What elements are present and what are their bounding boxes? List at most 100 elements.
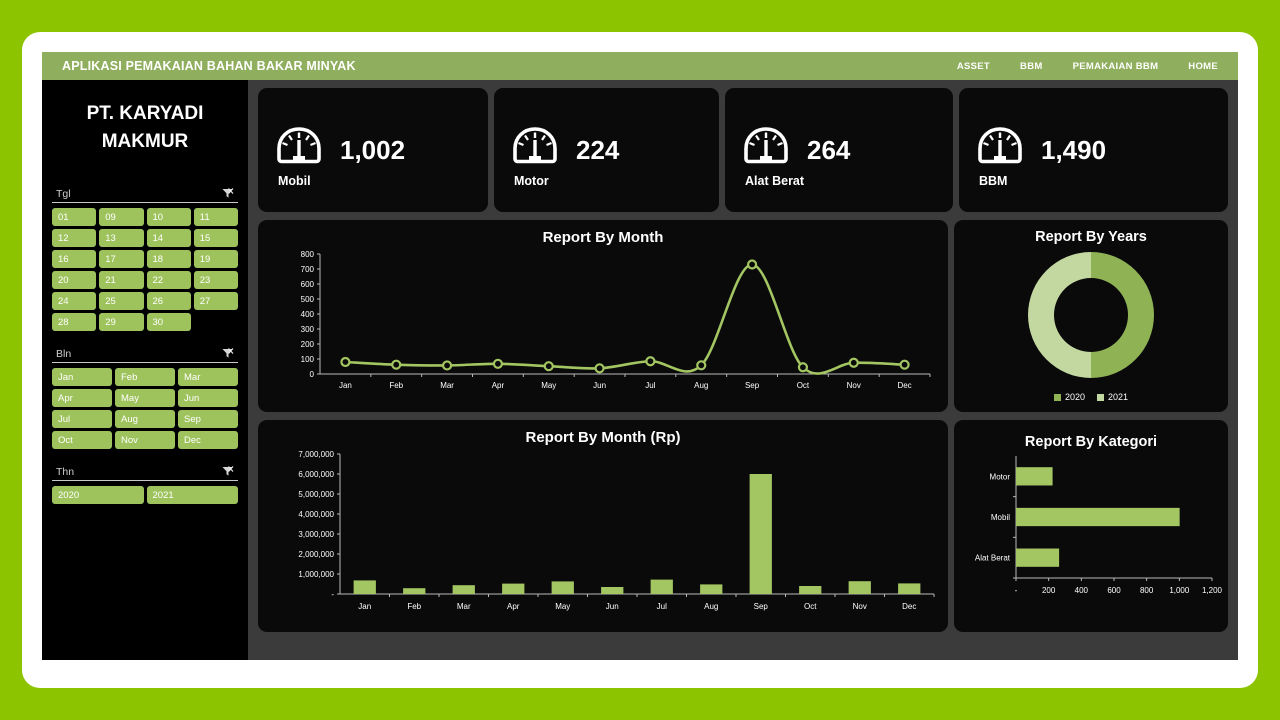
svg-text:Jul: Jul — [645, 381, 655, 390]
nav-item-pemakaian-bbm[interactable]: PEMAKAIAN BBM — [1073, 61, 1159, 72]
kpi-alat-berat-value: 264 — [807, 134, 851, 165]
svg-text:Dec: Dec — [897, 381, 911, 390]
nav-item-bbm[interactable]: BBM — [1020, 61, 1043, 72]
slicer-tile-bln-jun[interactable]: Jun — [178, 389, 238, 408]
fuel-gauge-icon — [743, 126, 789, 175]
slicer-tile-tgl-15[interactable]: 15 — [193, 229, 238, 248]
svg-text:1,000,000: 1,000,000 — [298, 570, 334, 579]
nav-item-home[interactable]: HOME — [1188, 61, 1218, 72]
svg-text:Mar: Mar — [440, 381, 454, 390]
slicer-tile-tgl-23[interactable]: 23 — [193, 271, 238, 290]
legend-entry-2020[interactable]: 2020 — [1053, 392, 1085, 402]
slicer-tile-tgl-22[interactable]: 22 — [146, 271, 191, 290]
svg-text:-: - — [1015, 586, 1018, 595]
chart-report-by-month-rp[interactable]: Report By Month (Rp) - 1,000,000 2,000,000… — [258, 420, 948, 632]
legend-swatch-2021 — [1097, 393, 1104, 401]
slicer-thn-title: Thn — [56, 466, 75, 479]
kpi-card-alat-berat[interactable]: 264 Alat Berat — [725, 88, 953, 212]
svg-text:Alat Berat: Alat Berat — [975, 554, 1011, 563]
kpi-card-bbm[interactable]: 1,490 BBM — [959, 88, 1228, 212]
slicer-tile-bln-apr[interactable]: Apr — [52, 389, 112, 408]
company-name: PT. KARYADI MAKMUR — [52, 100, 238, 155]
svg-text:200: 200 — [301, 340, 315, 349]
slicer-tile-tgl-16[interactable]: 16 — [52, 250, 97, 269]
hbar-chart-canvas: - 200 400 600 800 1,000 1,200 Motor Mobil Alat Be… — [975, 456, 1223, 595]
app-header: APLIKASI PEMAKAIAN BAHAN BAKAR MINYAK AS… — [42, 52, 1238, 80]
slicer-tile-tgl-20[interactable]: 20 — [52, 271, 97, 290]
kpi-motor-texts: 224 — [576, 135, 619, 166]
svg-text:Mobil: Mobil — [991, 513, 1010, 522]
dashboard-content: 1,002 Mobil 224 Motor 264 Alat Berat 1,4… — [248, 80, 1238, 660]
clear-filter-icon[interactable] — [221, 465, 234, 478]
slicer-tile-tgl-28[interactable]: 28 — [52, 313, 97, 332]
svg-text:1,000: 1,000 — [1169, 586, 1190, 595]
slicer-tile-bln-jan[interactable]: Jan — [52, 368, 112, 387]
slicer-tile-thn-2020[interactable]: 2020 — [52, 486, 144, 505]
slicer-tile-bln-nov[interactable]: Nov — [115, 431, 175, 450]
company-name-line2: MAKMUR — [101, 130, 189, 152]
svg-text:3,000,000: 3,000,000 — [298, 530, 334, 539]
slicer-tile-tgl-13[interactable]: 13 — [99, 229, 144, 248]
slicer-tile-tgl-24[interactable]: 24 — [52, 292, 97, 311]
slicer-tile-bln-feb[interactable]: Feb — [115, 368, 175, 387]
slicer-tile-tgl-18[interactable]: 18 — [146, 250, 191, 269]
svg-text:1,200: 1,200 — [1202, 586, 1223, 595]
donut-legend: 2020 2021 — [954, 392, 1228, 402]
clear-filter-icon[interactable] — [221, 347, 234, 360]
svg-text:May: May — [555, 602, 570, 611]
slicer-tile-bln-jul[interactable]: Jul — [52, 410, 112, 429]
svg-text:800: 800 — [301, 250, 315, 259]
app-title: APLIKASI PEMAKAIAN BAHAN BAKAR MINYAK — [62, 59, 356, 73]
kpi-bbm-texts: 1,490 — [1041, 135, 1106, 166]
chart-report-by-kategori[interactable]: Report By Kategori - 200 400 600 800 1,000 1,2… — [954, 420, 1228, 632]
slicer-tile-bln-oct[interactable]: Oct — [52, 431, 112, 450]
svg-text:700: 700 — [301, 265, 315, 274]
slicer-tile-bln-aug[interactable]: Aug — [115, 410, 175, 429]
slicer-tile-tgl-29[interactable]: 29 — [99, 313, 144, 332]
slicer-tile-tgl-17[interactable]: 17 — [99, 250, 144, 269]
slicer-tile-bln-sep[interactable]: Sep — [178, 410, 238, 429]
slicer-tile-tgl-25[interactable]: 25 — [99, 292, 144, 311]
kpi-card-motor[interactable]: 224 Motor — [494, 88, 719, 212]
slicer-tile-bln-may[interactable]: May — [115, 389, 175, 408]
svg-text:Sep: Sep — [745, 381, 760, 390]
slicer-tile-tgl-01[interactable]: 01 — [52, 208, 97, 227]
kpi-motor-value: 224 — [576, 134, 620, 165]
legend-entry-2021[interactable]: 2021 — [1097, 392, 1128, 402]
svg-text:200: 200 — [1042, 586, 1056, 595]
slicer-tile-tgl-19[interactable]: 19 — [193, 250, 238, 269]
svg-text:-: - — [331, 590, 334, 599]
slicer-tile-tgl-14[interactable]: 14 — [146, 229, 191, 248]
slicer-tile-tgl-30[interactable]: 30 — [146, 313, 191, 332]
slicer-tile-bln-mar[interactable]: Mar — [178, 368, 238, 387]
slicer-tile-tgl-12[interactable]: 12 — [52, 229, 97, 248]
svg-text:Nov: Nov — [847, 381, 861, 390]
slicer-bln: Bln Jan Feb Mar Apr May Jun Jul Aug Sep Oct Nov Dec — [52, 347, 238, 450]
svg-text:Jun: Jun — [606, 602, 619, 611]
slicer-tile-tgl-11[interactable]: 11 — [193, 208, 238, 227]
nav-item-asset[interactable]: ASSET — [957, 61, 990, 72]
kpi-alat-berat-texts: 264 — [807, 135, 850, 166]
slicer-tile-tgl-27[interactable]: 27 — [193, 292, 238, 311]
fuel-gauge-icon — [276, 126, 322, 175]
slicer-tile-tgl-21[interactable]: 21 — [99, 271, 144, 290]
slicer-tile-thn-2021[interactable]: 2021 — [146, 486, 238, 505]
slicer-tile-tgl-26[interactable]: 26 — [146, 292, 191, 311]
slicer-tgl-grid: 01 09 10 11 12 13 14 15 16 17 18 19 20 21 22 23 24 25 26 27… — [52, 208, 238, 332]
slicer-thn-grid: 2020 2021 — [52, 486, 238, 505]
slicer-tile-tgl-09[interactable]: 09 — [99, 208, 144, 227]
slicer-tile-bln-dec[interactable]: Dec — [178, 431, 238, 450]
kpi-mobil-texts: 1,002 — [340, 135, 405, 166]
slicer-tile-tgl-10[interactable]: 10 — [146, 208, 191, 227]
slicer-bln-title: Bln — [56, 348, 72, 361]
svg-text:4,000,000: 4,000,000 — [298, 510, 334, 519]
clear-filter-icon[interactable] — [221, 187, 234, 200]
svg-text:0: 0 — [310, 370, 315, 379]
svg-text:Aug: Aug — [704, 602, 718, 611]
svg-text:May: May — [541, 381, 556, 390]
chart-report-by-month-rp-title: Report By Month (Rp) — [525, 429, 681, 446]
chart-report-by-month[interactable]: Report By Month 0 100 200 300 400 500 600 700 80… — [258, 220, 948, 412]
legend-swatch-2020 — [1053, 393, 1061, 401]
kpi-card-mobil[interactable]: 1,002 Mobil — [258, 88, 488, 212]
chart-report-by-years[interactable]: Report By Years 2020 2021 — [954, 220, 1228, 412]
